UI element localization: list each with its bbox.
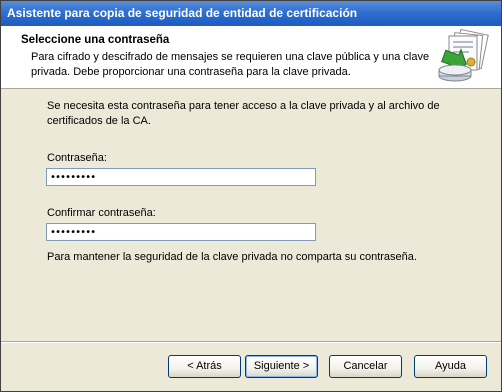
certificate-backup-icon (438, 28, 489, 82)
confirm-password-field[interactable]: ••••••••• (46, 223, 316, 241)
button-divider (1, 341, 501, 343)
intro-text: Se necesita esta contraseña para tener a… (47, 100, 440, 127)
wizard-header: Seleccione una contraseña Para cifrado y… (1, 26, 501, 89)
page-subtitle: Para cifrado y descifrado de mensajes se… (31, 51, 430, 78)
wizard-window: Asistente para copia de seguridad de ent… (0, 0, 502, 392)
help-button[interactable]: Ayuda (414, 355, 487, 378)
wizard-body: Se necesita esta contraseña para tener a… (1, 89, 501, 339)
cancel-button[interactable]: Cancelar (329, 355, 402, 378)
password-field[interactable]: ••••••••• (46, 168, 316, 186)
page-title: Seleccione una contraseña (21, 34, 170, 46)
title-bar[interactable]: Asistente para copia de seguridad de ent… (1, 1, 501, 26)
password-label: Contraseña: (47, 152, 107, 164)
security-note: Para mantener la seguridad de la clave p… (47, 251, 417, 263)
next-button[interactable]: Siguiente > (245, 355, 318, 378)
back-button[interactable]: < Atrás (168, 355, 241, 378)
window-title: Asistente para copia de seguridad de ent… (7, 6, 358, 20)
confirm-password-label: Confirmar contraseña: (47, 207, 156, 219)
